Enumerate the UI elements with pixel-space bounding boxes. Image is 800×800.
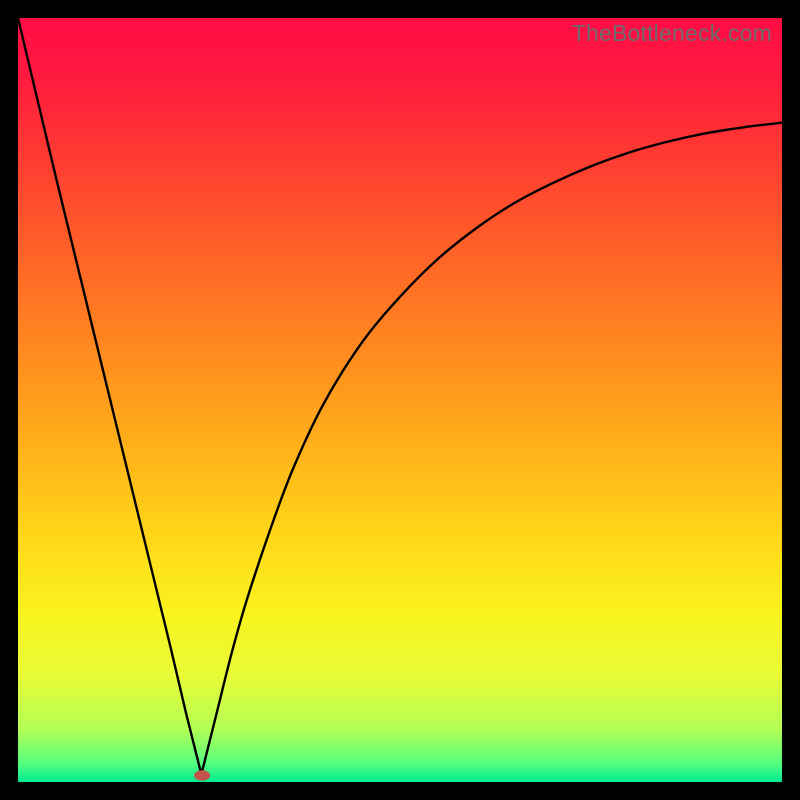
watermark-label: TheBottleneck.com (572, 20, 772, 47)
chart-svg (18, 18, 782, 782)
gradient-background (18, 18, 782, 782)
optimum-marker (194, 770, 210, 780)
plot-area: TheBottleneck.com (18, 18, 782, 782)
chart-frame: TheBottleneck.com (0, 0, 800, 800)
